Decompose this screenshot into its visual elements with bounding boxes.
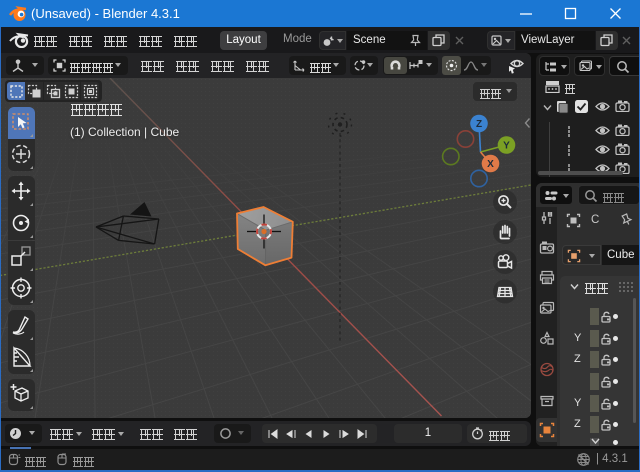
svg-text:Y: Y (503, 141, 510, 152)
svg-text:Z: Z (476, 119, 482, 130)
svg-text:X: X (487, 159, 494, 170)
